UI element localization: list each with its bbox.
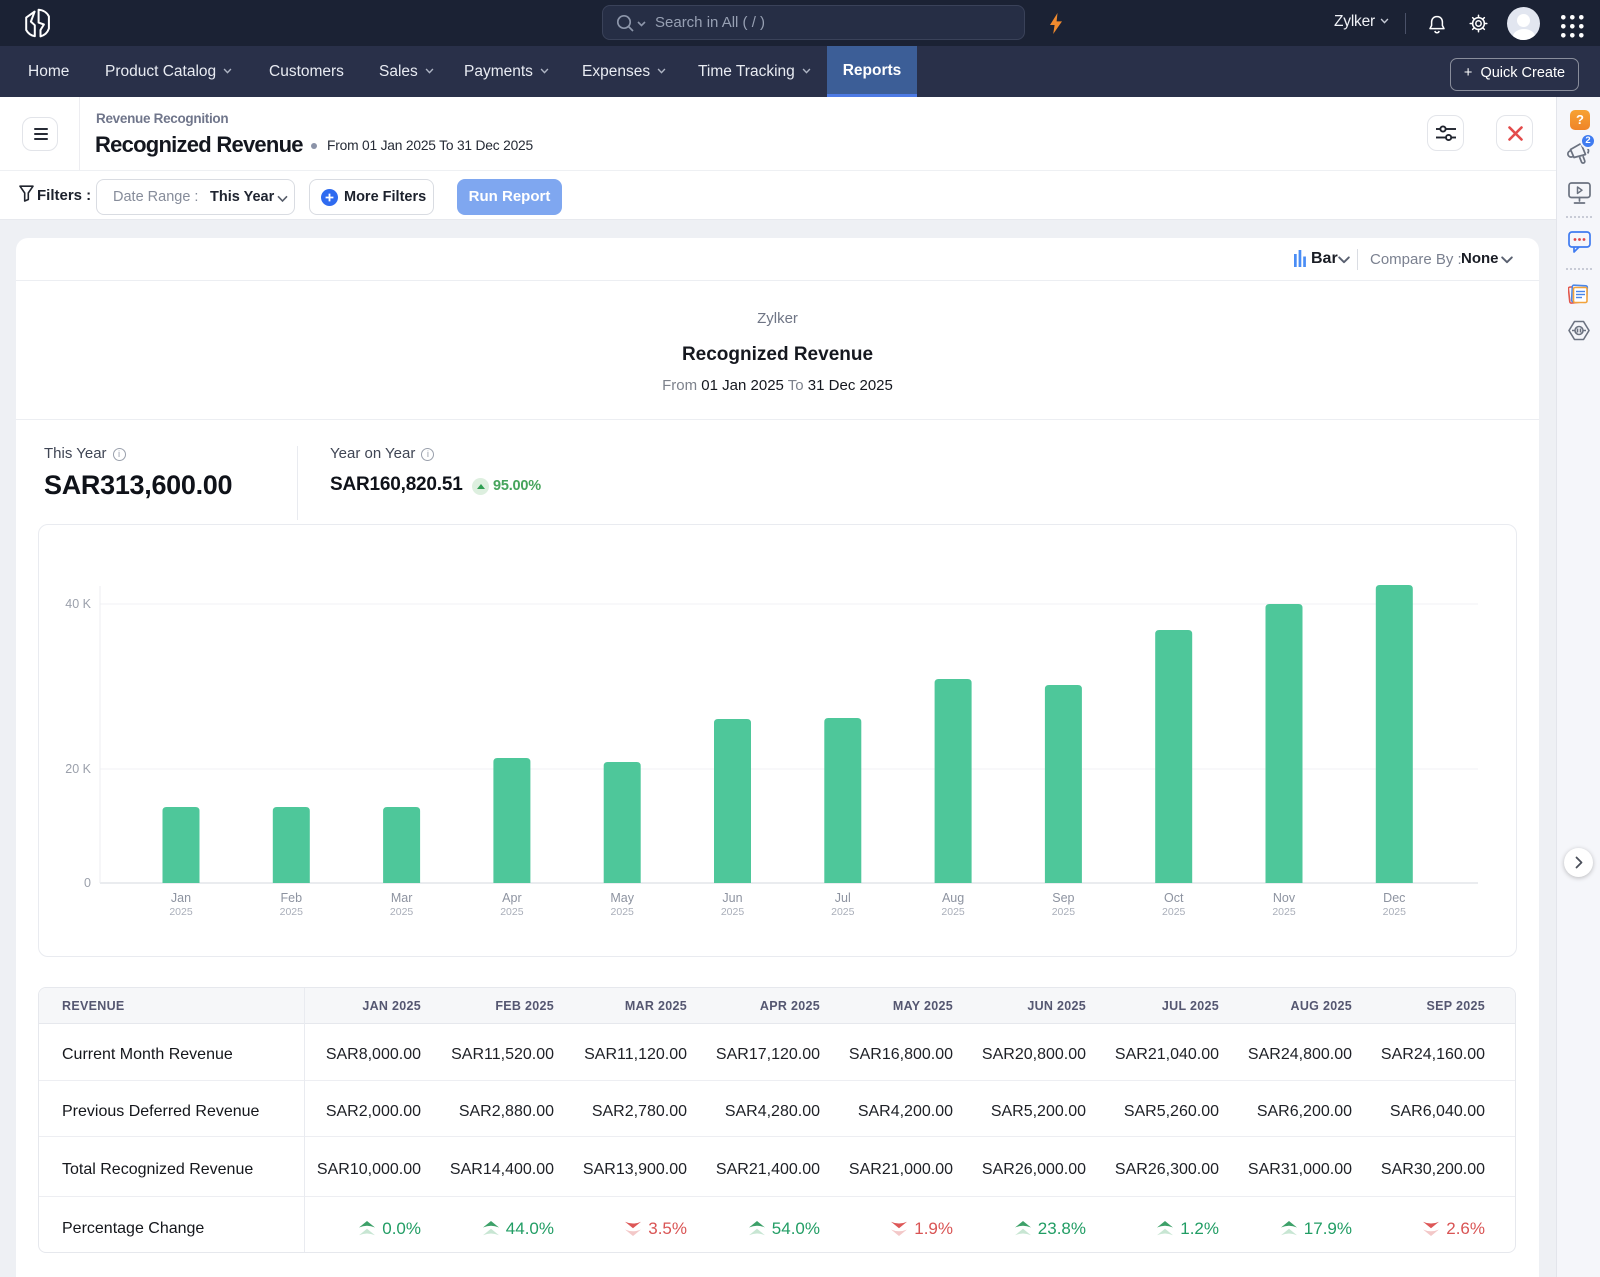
svg-text:2025: 2025 — [1162, 906, 1186, 918]
svg-text:2025: 2025 — [500, 906, 524, 918]
svg-text:40 K: 40 K — [65, 597, 91, 611]
svg-text:2025: 2025 — [169, 906, 193, 918]
svg-text:2025: 2025 — [831, 906, 855, 918]
svg-text:2025: 2025 — [721, 906, 745, 918]
svg-text:2025: 2025 — [941, 906, 965, 918]
svg-text:Dec: Dec — [1383, 891, 1405, 905]
svg-text:Mar: Mar — [391, 891, 413, 905]
svg-text:Jul: Jul — [835, 891, 851, 905]
svg-text:2025: 2025 — [1052, 906, 1076, 918]
svg-text:Nov: Nov — [1273, 891, 1296, 905]
svg-text:Jan: Jan — [171, 891, 191, 905]
svg-text:May: May — [610, 891, 634, 905]
svg-text:Aug: Aug — [942, 891, 964, 905]
svg-text:0: 0 — [84, 876, 91, 890]
svg-text:2025: 2025 — [280, 906, 304, 918]
svg-text:Feb: Feb — [281, 891, 303, 905]
svg-text:2025: 2025 — [1272, 906, 1296, 918]
svg-text:Sep: Sep — [1052, 891, 1074, 905]
svg-text:2025: 2025 — [1383, 906, 1407, 918]
svg-text:Apr: Apr — [502, 891, 521, 905]
svg-text:Oct: Oct — [1164, 891, 1184, 905]
svg-text:2025: 2025 — [390, 906, 414, 918]
svg-text:2025: 2025 — [611, 906, 635, 918]
svg-text:Jun: Jun — [722, 891, 742, 905]
svg-text:20 K: 20 K — [65, 762, 91, 776]
